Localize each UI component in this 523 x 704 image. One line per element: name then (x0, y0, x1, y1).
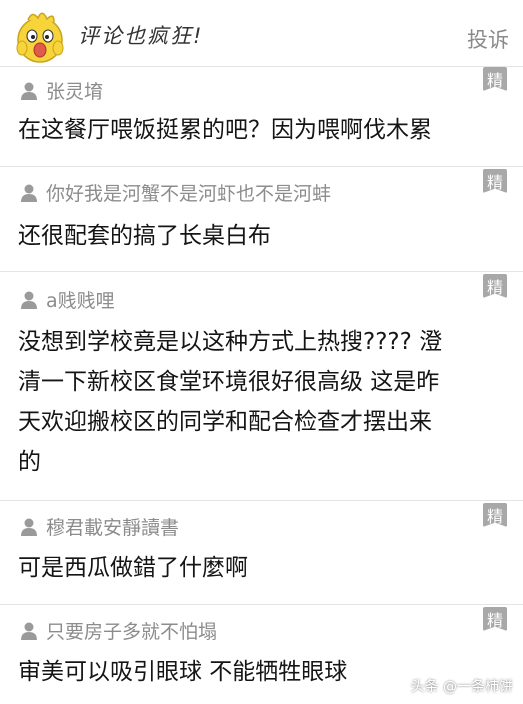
watermark: 头条 @一条柿饼 (410, 679, 513, 695)
comment-line: 天欢迎搬校区的同学和配合检查才摆出来 (18, 409, 432, 435)
user-icon (21, 82, 37, 100)
user-icon (21, 518, 37, 536)
featured-badge: 精 (483, 169, 507, 193)
comment-text: 可是西瓜做錯了什麼啊 (18, 549, 498, 587)
comment-line: 没想到学校竟是以这种方式上热搜???? 澄 (18, 329, 443, 355)
mascot-logo-icon (16, 12, 64, 63)
comment-text: 还很配套的搞了长桌白布 (18, 217, 498, 255)
comment-item: 精 a贱贱哩 没想到学校竟是以这种方式上热搜???? 澄 清一下新校区食堂环境很… (0, 272, 523, 500)
featured-badge: 精 (483, 274, 507, 298)
user-icon (21, 291, 37, 309)
comment-user: 张灵堉 (20, 77, 103, 103)
comment-line: 在这餐厅喂饭挺累的吧？因为喂啊伐木累 (18, 117, 432, 143)
featured-badge: 精 (483, 503, 507, 527)
featured-badge: 精 (483, 67, 507, 91)
comment-user: 你好我是河蟹不是河虾也不是河蚌 (20, 179, 331, 205)
comment-item: 精 穆君載安靜讀書 可是西瓜做錯了什麼啊 (0, 501, 523, 604)
comment-line: 的 (18, 449, 41, 475)
user-icon (21, 622, 37, 640)
comment-user: 穆君載安靜讀書 (20, 513, 179, 539)
comment-item: 精 你好我是河蟹不是河虾也不是河蚌 还很配套的搞了长桌白布 (0, 167, 523, 271)
comment-line: 清一下新校区食堂环境很好很高级 这是昨 (18, 369, 440, 395)
comment-text: 没想到学校竟是以这种方式上热搜???? 澄 清一下新校区食堂环境很好很高级 这是… (18, 322, 498, 482)
username[interactable]: 张灵堉 (46, 77, 103, 104)
featured-badge: 精 (483, 607, 507, 631)
username[interactable]: 穆君載安靜讀書 (46, 513, 179, 540)
username[interactable]: 你好我是河蟹不是河虾也不是河蚌 (46, 179, 331, 206)
username[interactable]: a贱贱哩 (46, 286, 115, 313)
page-title: 评论也疯狂! (78, 24, 204, 48)
username[interactable]: 只要房子多就不怕塌 (46, 617, 217, 644)
comment-text: 在这餐厅喂饭挺累的吧？因为喂啊伐木累 (18, 111, 498, 149)
user-icon (21, 184, 37, 202)
comment-line: 还很配套的搞了长桌白布 (18, 223, 271, 249)
header-bar: 评论也疯狂! 投诉 (0, 0, 523, 70)
comment-line: 可是西瓜做錯了什麼啊 (18, 555, 248, 581)
comment-user: a贱贱哩 (20, 286, 115, 312)
comment-user: 只要房子多就不怕塌 (20, 617, 217, 643)
comment-item: 精 张灵堉 在这餐厅喂饭挺累的吧？因为喂啊伐木累 (0, 67, 523, 166)
report-button[interactable]: 投诉 (467, 24, 509, 54)
